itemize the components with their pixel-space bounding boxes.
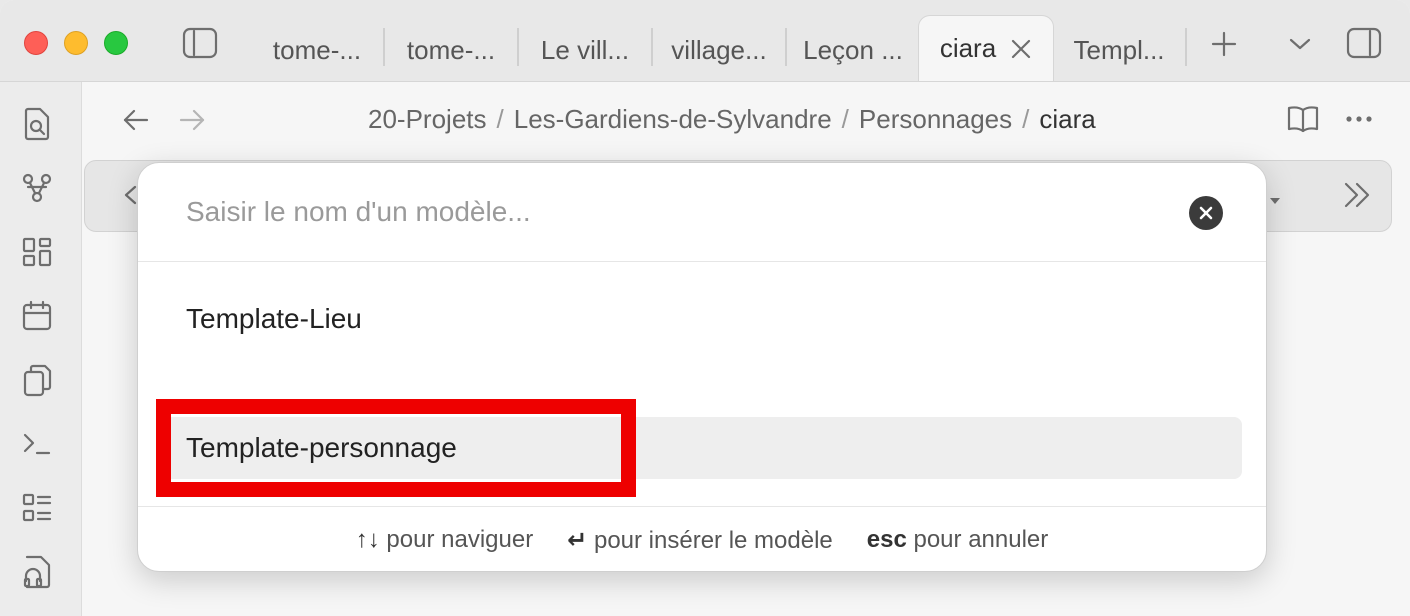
graph-icon[interactable] (17, 168, 57, 208)
left-ribbon (0, 82, 82, 616)
tab-3[interactable]: Le vill... (520, 18, 650, 82)
tab-divider (651, 28, 653, 66)
search-icon[interactable] (17, 104, 57, 144)
maximize-window-button[interactable] (104, 31, 128, 55)
tab-divider (785, 28, 787, 66)
hint-key: ↑↓ (355, 526, 380, 553)
hint-label: pour annuler (913, 526, 1049, 553)
tab-label: Leçon ... (803, 34, 903, 65)
clear-input-button[interactable] (1189, 196, 1223, 230)
sidebar-toggle-icon[interactable] (180, 26, 220, 60)
reading-mode-book-icon[interactable] (1284, 102, 1322, 136)
close-tab-icon[interactable] (1010, 38, 1032, 60)
copy-icon[interactable] (17, 360, 57, 400)
tab-1[interactable]: tome-... (252, 18, 382, 82)
toolbar-dropdown-icon[interactable] (1265, 191, 1285, 211)
template-picker-modal: Template-Lieu Template-personnage ↑↓ pou… (137, 162, 1267, 572)
list-icon[interactable] (17, 488, 57, 528)
close-icon (1199, 206, 1213, 220)
tab-label: village... (671, 34, 767, 65)
hint-cancel: esc pour annuler (867, 526, 1048, 554)
tab-label: tome-... (406, 34, 496, 65)
tab-label: ciara (939, 33, 997, 63)
breadcrumb-current[interactable]: ciara (1039, 104, 1095, 134)
back-arrow-icon[interactable] (118, 104, 154, 136)
suggestion-item-template-lieu[interactable]: Template-Lieu (156, 288, 1242, 350)
hint-label: pour naviguer (386, 526, 534, 553)
chevron-down-icon[interactable] (1284, 28, 1316, 60)
forward-arrow-icon[interactable] (174, 104, 210, 136)
modal-footer-hints: ↑↓ pour naviguer ↵ pour insérer le modèl… (138, 506, 1266, 571)
tab-divider (1185, 28, 1187, 66)
tab-4[interactable]: village... (654, 18, 784, 82)
tab-2[interactable]: tome-... (386, 18, 516, 82)
tab-divider (517, 28, 519, 66)
highlight-annotation-box (156, 399, 636, 497)
terminal-icon[interactable] (17, 424, 57, 464)
tab-7[interactable]: Templ... (1056, 18, 1182, 82)
breadcrumb: 20-Projets / Les-Gardiens-de-Sylvandre / Per… (368, 104, 1096, 135)
headphones-icon[interactable] (17, 552, 57, 592)
breadcrumb-item[interactable]: Les-Gardiens-de-Sylvandre (514, 104, 832, 134)
more-options-icon[interactable] (1340, 102, 1378, 136)
double-chevron-right-icon[interactable] (1337, 177, 1377, 213)
suggestion-label: Template-Lieu (186, 303, 362, 334)
hint-key: ↵ (567, 526, 588, 554)
close-window-button[interactable] (24, 31, 48, 55)
tab-bar: tome-... tome-... Le vill... village... … (0, 0, 1410, 82)
hint-label: pour insérer le modèle (593, 526, 833, 554)
hint-key: esc (866, 526, 907, 553)
right-sidebar-toggle-icon[interactable] (1344, 26, 1384, 60)
breadcrumb-separator: / (841, 104, 849, 134)
hint-navigate: ↑↓ pour naviguer (356, 526, 533, 554)
tab-label: Le vill... (540, 34, 630, 65)
breadcrumb-separator: / (496, 104, 504, 134)
tab-divider (383, 28, 385, 66)
tab-5[interactable]: Leçon ... (788, 18, 918, 82)
hint-insert: ↵ pour insérer le modèle (567, 526, 833, 555)
template-search-input[interactable] (138, 163, 1266, 262)
calendar-icon[interactable] (17, 296, 57, 336)
dashboard-icon[interactable] (17, 232, 57, 272)
tab-active[interactable]: ciara (918, 15, 1054, 81)
breadcrumb-item[interactable]: 20-Projets (368, 104, 487, 134)
tab-label: tome-... (272, 34, 362, 65)
app-window: tome-... tome-... Le vill... village... … (0, 0, 1410, 616)
new-tab-icon[interactable] (1206, 28, 1242, 60)
breadcrumb-separator: / (1022, 104, 1030, 134)
breadcrumb-item[interactable]: Personnages (859, 104, 1012, 134)
tab-label: Templ... (1073, 34, 1165, 65)
minimize-window-button[interactable] (64, 31, 88, 55)
